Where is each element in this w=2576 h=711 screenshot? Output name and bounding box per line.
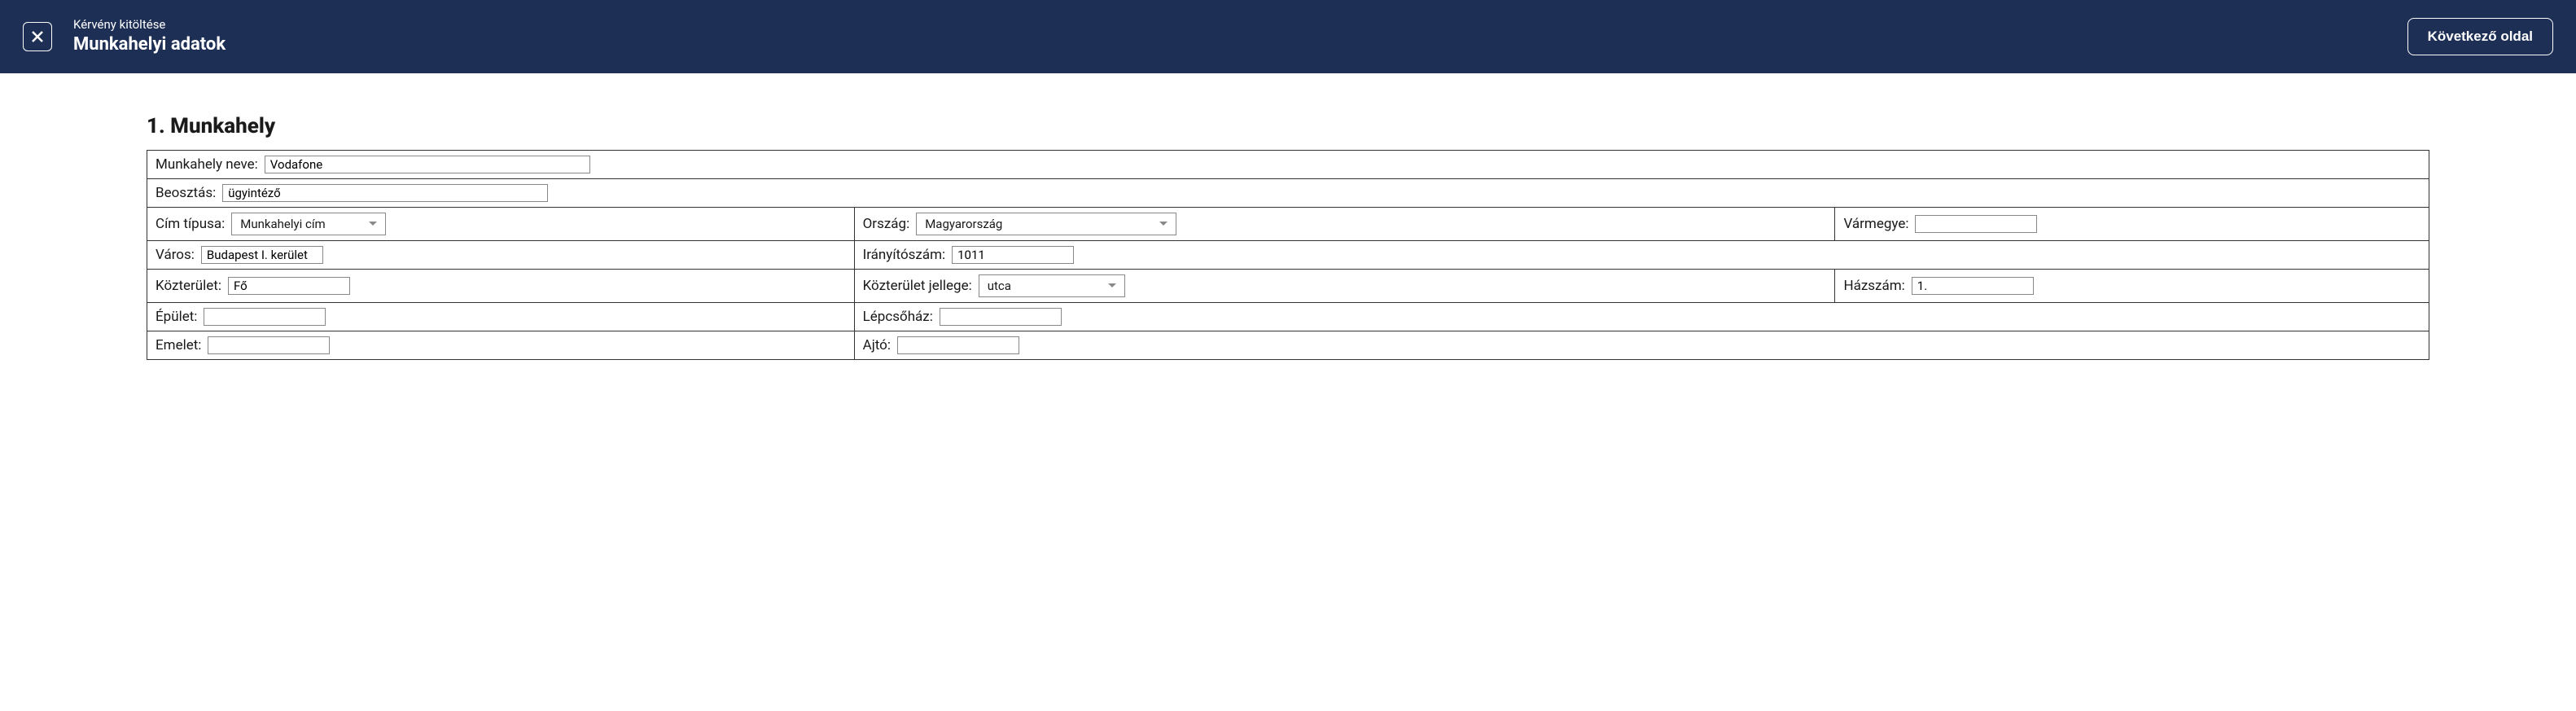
row-floor-door: Emelet: Ajtó: [147,331,2429,359]
input-postal-code[interactable] [952,246,1074,264]
cell-building: Épület: [147,303,855,331]
next-page-button[interactable]: Következő oldal [2407,18,2553,55]
row-position: Beosztás: [147,179,2429,208]
dropdown-country[interactable]: Magyarország [916,213,1176,235]
dropdown-address-type[interactable]: Munkahelyi cím [231,213,386,235]
cell-staircase: Lépcsőház: [855,303,1836,331]
workplace-form-table: Munkahely neve: Beosztás: Cím típusa: Mu… [147,150,2429,360]
close-button[interactable] [23,22,52,51]
dropdown-street-type-value: utca [988,279,1011,293]
header-title: Munkahelyi adatok [73,33,226,57]
chevron-down-icon [1159,222,1168,226]
label-position: Beosztás: [156,185,216,201]
cell-empty-building [1835,303,2429,331]
cell-house-number: Házszám: [1835,270,2429,302]
cell-workplace-name: Munkahely neve: [147,151,2429,178]
cell-position: Beosztás: [147,179,2429,207]
cell-empty-postal [1835,241,2429,269]
row-workplace-name: Munkahely neve: [147,151,2429,179]
input-workplace-name[interactable] [265,156,590,173]
label-building: Épület: [156,309,197,325]
input-street[interactable] [228,277,350,295]
label-house-number: Házszám: [1843,278,1904,294]
label-city: Város: [156,247,195,263]
label-workplace-name: Munkahely neve: [156,156,258,173]
input-position[interactable] [222,184,548,202]
row-building-staircase: Épület: Lépcsőház: [147,303,2429,331]
label-staircase: Lépcsőház: [863,309,933,325]
input-house-number[interactable] [1912,277,2034,295]
label-postal-code: Irányítószám: [863,247,946,263]
label-floor: Emelet: [156,337,201,353]
cell-street: Közterület: [147,270,855,302]
label-door: Ajtó: [863,337,891,353]
input-building[interactable] [204,308,326,326]
close-icon [31,30,44,43]
label-address-type: Cím típusa: [156,216,225,232]
cell-country: Ország: Magyarország [855,208,1836,240]
chevron-down-icon [1108,283,1116,287]
input-door[interactable] [897,336,1019,354]
label-street-type: Közterület jellege: [863,278,972,294]
input-city[interactable] [201,246,323,264]
page-header: Kérvény kitöltése Munkahelyi adatok Köve… [0,0,2576,73]
label-street: Közterület: [156,278,221,294]
content-area: 1. Munkahely Munkahely neve: Beosztás: C… [0,73,2576,384]
dropdown-country-value: Magyarország [925,217,1002,231]
label-country: Ország: [863,216,910,232]
label-county: Vármegye: [1843,216,1908,232]
cell-floor: Emelet: [147,331,855,359]
header-subtitle: Kérvény kitöltése [73,16,226,33]
header-titles: Kérvény kitöltése Munkahelyi adatok [73,16,226,57]
input-floor[interactable] [208,336,330,354]
input-county[interactable] [1915,215,2037,233]
cell-door: Ajtó: [855,331,1836,359]
header-left: Kérvény kitöltése Munkahelyi adatok [23,16,226,57]
dropdown-street-type[interactable]: utca [979,274,1125,297]
cell-postal-code: Irányítószám: [855,241,1836,269]
input-staircase[interactable] [940,308,1062,326]
row-address-type: Cím típusa: Munkahelyi cím Ország: Magya… [147,208,2429,241]
row-street: Közterület: Közterület jellege: utca Ház… [147,270,2429,303]
cell-city: Város: [147,241,855,269]
cell-street-type: Közterület jellege: utca [855,270,1836,302]
row-city-postal: Város: Irányítószám: [147,241,2429,270]
section-title: 1. Munkahely [147,114,2429,138]
cell-address-type: Cím típusa: Munkahelyi cím [147,208,855,240]
dropdown-address-type-value: Munkahelyi cím [240,217,325,231]
cell-empty-floor [1835,331,2429,359]
chevron-down-icon [369,222,377,226]
cell-county: Vármegye: [1835,208,2429,240]
